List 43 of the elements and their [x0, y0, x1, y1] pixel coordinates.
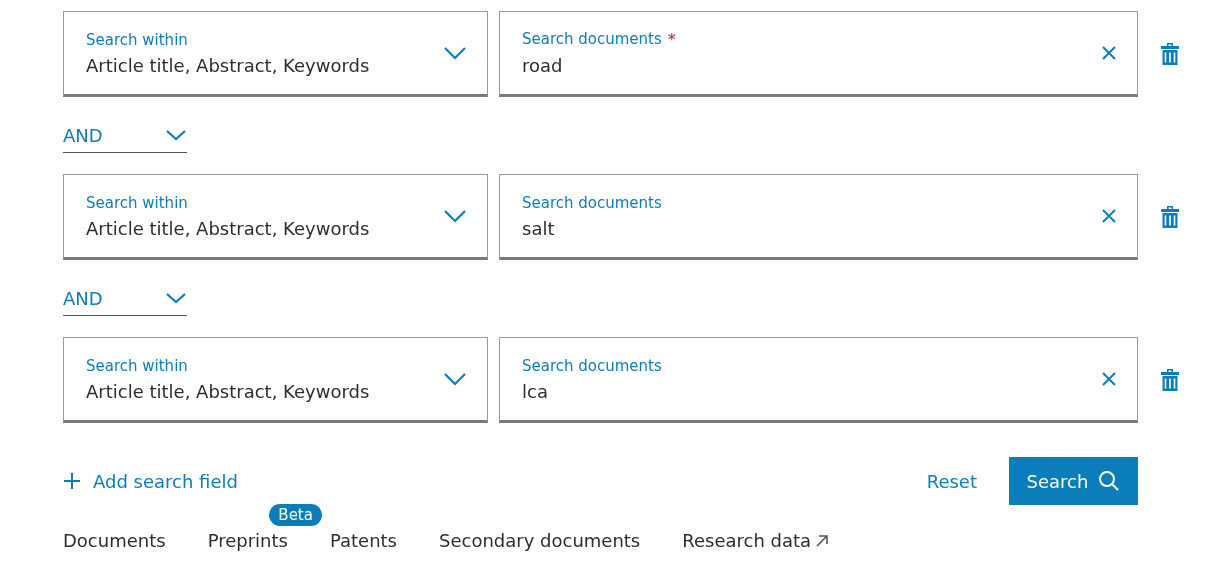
chevron-down-icon: [165, 292, 187, 304]
field-value: Article title, Abstract, Keywords: [86, 217, 371, 239]
field-label: Search within: [86, 356, 189, 375]
tab[interactable]: Secondary documents: [439, 530, 641, 551]
tab[interactable]: Research data: [682, 530, 830, 551]
search-button[interactable]: Search: [1009, 457, 1138, 505]
tab[interactable]: Patents: [329, 530, 397, 551]
chevron-down-icon: [443, 46, 467, 60]
trash-icon[interactable]: [1160, 205, 1180, 229]
field-value: Article title, Abstract, Keywords: [86, 380, 371, 402]
field-label: Search documents: [522, 356, 662, 375]
search-within-dropdown[interactable]: Search within Article title, Abstract, Keywords: [63, 174, 488, 260]
chevron-down-icon: [443, 372, 467, 386]
operator-dropdown[interactable]: AND: [63, 287, 187, 316]
clear-icon[interactable]: [1101, 371, 1117, 387]
search-field[interactable]: Search documents lca: [499, 337, 1138, 423]
chevron-down-icon: [443, 209, 467, 223]
field-value: lca: [522, 380, 549, 402]
search-field[interactable]: Search documents salt: [499, 174, 1138, 260]
field-label: Search documents: [522, 30, 662, 49]
field-value: road: [522, 55, 564, 76]
trash-icon[interactable]: [1160, 42, 1180, 66]
tab[interactable]: Documents: [63, 530, 166, 551]
external-link-icon: [815, 533, 830, 548]
trash-icon[interactable]: [1160, 368, 1180, 392]
beta-badge: Beta: [269, 504, 322, 526]
reset-link[interactable]: Reset: [926, 470, 977, 492]
add-search-field-link[interactable]: Add search field: [63, 470, 238, 492]
search-field[interactable]: Search documents * road: [499, 11, 1138, 97]
clear-icon[interactable]: [1101, 208, 1117, 224]
field-value: Article title, Abstract, Keywords: [86, 54, 371, 76]
search-within-dropdown[interactable]: Search within Article title, Abstract, Keywords: [63, 11, 488, 97]
search-within-dropdown[interactable]: Search within Article title, Abstract, Keywords: [63, 337, 488, 423]
clear-icon[interactable]: [1101, 45, 1117, 61]
field-label: Search within: [86, 30, 189, 49]
plus-icon: [63, 472, 81, 490]
field-label: Search documents: [522, 193, 662, 212]
required-mark: *: [667, 30, 676, 49]
field-value: salt: [522, 217, 556, 239]
field-label: Search within: [86, 193, 189, 212]
operator-dropdown[interactable]: AND: [63, 124, 187, 153]
chevron-down-icon: [165, 129, 187, 141]
search-icon: [1098, 470, 1121, 492]
